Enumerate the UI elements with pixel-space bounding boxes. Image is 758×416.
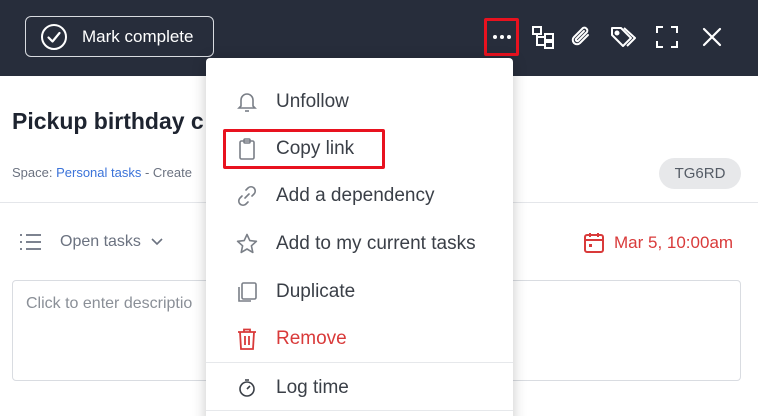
menu-item-label: Remove (276, 328, 347, 349)
menu-item-unfollow[interactable]: Unfollow (206, 79, 513, 125)
link-icon (234, 183, 260, 209)
task-title[interactable]: Pickup birthday c (12, 108, 212, 135)
mark-complete-label: Mark complete (82, 26, 194, 46)
task-code-badge[interactable]: TG6RD (659, 158, 741, 189)
menu-item-label: Copy link (276, 138, 355, 159)
menu-item-duplicate[interactable]: Duplicate (206, 269, 513, 315)
list-icon (20, 234, 41, 250)
task-meta: Space: Personal tasks - Create (12, 165, 212, 180)
more-icon (492, 35, 497, 39)
due-date[interactable]: Mar 5, 10:00am (582, 231, 733, 255)
meta-prefix: Space: (12, 165, 57, 180)
due-date-label: Mar 5, 10:00am (614, 233, 734, 252)
menu-item-remove[interactable]: Remove (206, 316, 513, 362)
chevron-down-icon (151, 238, 163, 246)
mark-complete-button[interactable]: Mark complete (25, 16, 214, 57)
description-placeholder: Click to enter descriptio (26, 295, 193, 312)
menu-item-log-time[interactable]: Log time (206, 365, 513, 411)
menu-item-label: Add a dependency (276, 185, 435, 206)
space-link[interactable]: Personal tasks (56, 165, 141, 180)
menu-item-add-dependency[interactable]: Add a dependency (206, 173, 513, 219)
menu-item-label: Add to my current tasks (276, 233, 476, 254)
more-icon-dot (506, 35, 511, 39)
menu-divider (206, 410, 513, 411)
attachment-icon[interactable] (566, 22, 596, 52)
more-options-menu: Unfollow Copy link Add a dependency Add … (206, 58, 513, 416)
open-tasks-label: Open tasks (60, 233, 141, 250)
timer-icon (234, 375, 260, 401)
duplicate-icon (234, 279, 260, 305)
menu-item-copy-link[interactable]: Copy link (206, 126, 513, 172)
menu-item-add-current-tasks[interactable]: Add to my current tasks (206, 221, 513, 267)
tag-icon[interactable] (609, 22, 639, 52)
more-icon-dot (499, 35, 504, 39)
open-tasks-filter[interactable]: Open tasks (60, 233, 163, 251)
menu-item-label: Log time (276, 377, 349, 398)
trash-icon (234, 326, 260, 352)
star-icon (234, 231, 260, 257)
subtask-icon[interactable] (528, 22, 558, 52)
clipboard-icon (234, 136, 260, 162)
menu-item-label: Duplicate (276, 281, 356, 302)
menu-divider (206, 362, 513, 363)
menu-item-label: Unfollow (276, 91, 349, 112)
close-icon[interactable] (697, 22, 727, 52)
meta-suffix: - Create (141, 165, 192, 180)
bell-icon (234, 89, 260, 115)
more-options-button[interactable] (484, 18, 519, 56)
expand-icon[interactable] (652, 22, 682, 52)
check-circle-icon (40, 23, 68, 51)
calendar-icon (584, 233, 604, 253)
